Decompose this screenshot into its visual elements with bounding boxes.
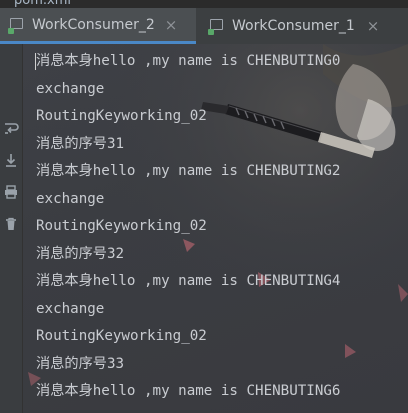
close-icon[interactable]: × [367,17,380,35]
run-console-icon [208,17,226,35]
tab-label: WorkConsumer_2 [32,16,155,33]
tab-label: WorkConsumer_1 [232,18,355,34]
console-line: RoutingKeyworking_02 [36,328,207,344]
console-line: exchange [36,80,105,97]
trash-icon[interactable] [3,216,19,232]
run-tabbar: WorkConsumer_2 × WorkConsumer_1 × [0,8,408,44]
console-line: RoutingKeyworking_02 [36,218,207,234]
console-line: 消息的序号31 [36,135,125,152]
editor-tab-strip: pom.xml [0,0,408,8]
console-line: 消息本身hello ,my name is CHENBUTING0 [36,53,341,69]
wrap-icon[interactable] [3,120,19,136]
console-line: 消息的序号32 [36,245,125,262]
tab-workconsumer-2[interactable]: WorkConsumer_2 × [0,8,196,44]
print-icon[interactable] [3,184,19,200]
console-lines: 消息本身hello ,my name is CHENBUTING0 exchan… [36,48,340,406]
console-line: exchange [36,190,105,207]
console-line: exchange [36,300,105,317]
run-console-icon [8,16,26,34]
console-output[interactable]: 消息本身hello ,my name is CHENBUTING0 exchan… [23,44,408,413]
tab-workconsumer-1[interactable]: WorkConsumer_1 × [200,8,408,44]
console-line: RoutingKeyworking_02 [36,108,207,124]
scroll-to-end-icon[interactable] [3,152,19,168]
console-line: 消息本身hello ,my name is CHENBUTING4 [36,273,341,289]
console-line: 消息的序号33 [36,355,125,372]
pom-file-tab[interactable]: pom.xml [14,0,71,8]
close-icon[interactable]: × [165,16,178,34]
console-toolbar [0,44,23,413]
console-line: 消息本身hello ,my name is CHENBUTING6 [36,383,341,399]
console-line: 消息本身hello ,my name is CHENBUTING2 [36,163,341,179]
